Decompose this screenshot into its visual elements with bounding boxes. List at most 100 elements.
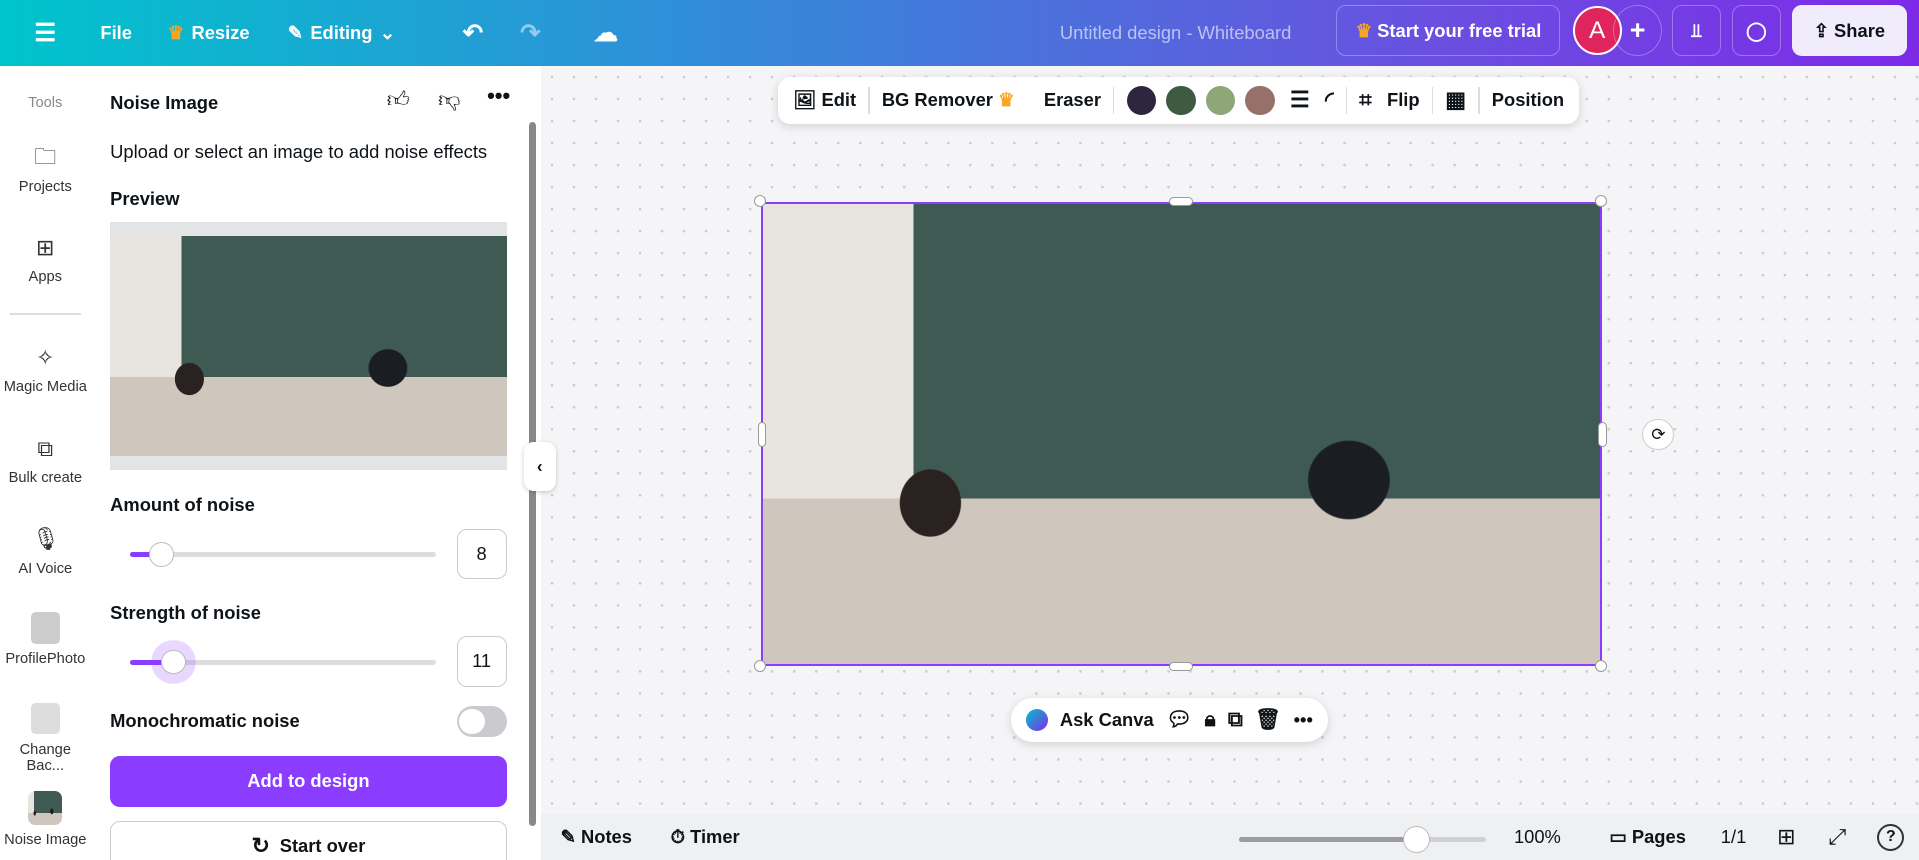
collapse-panel-icon[interactable]: ‹ <box>523 441 556 491</box>
rail-item-profilephoto[interactable]: ProfilePhoto <box>0 611 91 668</box>
apps-icon: ⊞ <box>36 234 55 260</box>
eraser-button[interactable]: Eraser <box>1044 89 1101 111</box>
resize-handle[interactable] <box>753 194 767 207</box>
add-collaborator-icon[interactable]: + <box>1613 4 1663 57</box>
resize-handle[interactable] <box>1598 422 1607 447</box>
resize-button[interactable]: ♛ Resize <box>168 22 250 44</box>
strength-input[interactable]: 11 <box>456 636 507 687</box>
amount-input[interactable]: 8 <box>456 528 507 579</box>
edit-button[interactable]: Edit <box>821 89 856 111</box>
crown-icon: ♛ <box>167 22 185 44</box>
refresh-icon: ↻ <box>251 833 270 859</box>
free-trial-button[interactable]: ♛ Start your free trial <box>1336 4 1561 57</box>
divider <box>9 313 81 315</box>
free-trial-label: Start your free trial <box>1377 19 1542 41</box>
rail-item-projects[interactable]: 🗀 Projects <box>0 144 91 194</box>
corner-rounding-icon[interactable]: ◜ <box>1325 87 1334 113</box>
help-icon[interactable]: ? <box>1877 823 1905 851</box>
rail-item-magic-media[interactable]: ✧ Magic Media <box>0 345 91 395</box>
color-swatch[interactable] <box>1126 85 1157 116</box>
notes-button[interactable]: ✎ Notes <box>561 826 632 848</box>
canva-ai-icon <box>1025 708 1048 731</box>
change-background-app-icon <box>30 702 60 735</box>
rail-item-change-background[interactable]: Change Bac... <box>0 702 91 774</box>
rail-label: Noise Image <box>4 832 87 849</box>
slider-fill <box>1238 837 1417 843</box>
analytics-icon[interactable]: ⫫ <box>1671 4 1721 57</box>
slider-handle[interactable] <box>1403 826 1431 854</box>
more-icon[interactable]: ••• <box>1294 709 1313 731</box>
cloud-saved-icon[interactable]: ☁ <box>594 18 618 48</box>
add-comment-icon[interactable]: 💬︎ <box>1166 708 1192 732</box>
grid-view-icon[interactable]: ⊞ <box>1777 824 1795 850</box>
thumbs-down-icon[interactable]: 👎︎ <box>438 86 460 113</box>
ai-voice-icon: 🎙 <box>31 526 60 552</box>
slider-handle[interactable] <box>161 649 186 675</box>
resize-handle[interactable] <box>1594 659 1607 672</box>
rail-label: Magic Media <box>3 379 87 396</box>
add-to-design-button[interactable]: Add to design <box>110 756 507 807</box>
redo-icon[interactable]: ↷ <box>520 18 541 48</box>
duplicate-icon[interactable]: ⧉ <box>1228 708 1243 732</box>
page-count[interactable]: 1/1 <box>1721 826 1747 848</box>
rail-item-ai-voice[interactable]: 🎙 AI Voice <box>0 526 91 576</box>
amount-slider[interactable] <box>129 542 436 567</box>
strength-slider[interactable] <box>129 649 436 675</box>
pages-button[interactable]: ▭ Pages <box>1609 826 1685 848</box>
tools-rail: Tools 🗀 Projects ⊞ Apps ✧ Magic Media ⧉ Bulk… <box>0 66 91 860</box>
resize-handle[interactable] <box>1168 662 1194 671</box>
rail-label: Apps <box>28 269 62 286</box>
resize-handle[interactable] <box>1594 194 1607 207</box>
color-swatch[interactable] <box>1245 85 1275 116</box>
start-over-button[interactable]: ↻ Start over <box>110 821 507 860</box>
trash-icon[interactable]: 🗑︎ <box>1255 708 1281 732</box>
share-button[interactable]: ⇪ Share <box>1791 4 1907 57</box>
fullscreen-icon[interactable]: ⤢ <box>1828 824 1846 850</box>
comment-icon[interactable]: ◯ <box>1731 4 1781 57</box>
bulk-create-icon: ⧉ <box>37 435 54 461</box>
resize-handle[interactable] <box>1168 197 1194 206</box>
crown-icon: ♛ <box>1355 19 1373 41</box>
selected-image[interactable] <box>761 201 1603 666</box>
position-button[interactable]: Position <box>1492 89 1564 111</box>
rail-label: Bulk create <box>8 469 82 486</box>
folder-icon: 🗀 <box>34 144 57 170</box>
ask-canva-button[interactable]: Ask Canva <box>1060 709 1154 731</box>
resize-handle[interactable] <box>757 422 767 447</box>
resize-handle[interactable] <box>753 659 767 672</box>
transparency-icon[interactable]: ▦ <box>1445 87 1466 113</box>
pencil-icon: ✎ <box>287 22 303 44</box>
zoom-level[interactable]: 100% <box>1514 826 1561 848</box>
more-options-icon[interactable]: ••• <box>487 83 510 109</box>
resize-label: Resize <box>191 22 250 44</box>
flip-button[interactable]: Flip <box>1387 89 1420 111</box>
editing-dropdown[interactable]: ✎ Editing ⌄ <box>288 22 396 44</box>
file-menu[interactable]: File <box>100 22 132 44</box>
timer-button[interactable]: ⏱ Timer <box>671 826 740 848</box>
rail-item-noise-image[interactable]: Noise Image <box>0 790 91 849</box>
preview-frame <box>110 221 507 470</box>
zoom-slider[interactable] <box>1238 826 1486 854</box>
magic-media-icon: ✧ <box>36 345 55 371</box>
element-toolbar: 🖼︎ Edit BG Remover ♛ Eraser ☰ ◜ ⌗ Flip ▦… <box>778 77 1579 124</box>
rail-label: ProfilePhoto <box>5 651 86 668</box>
toggle-knob <box>458 708 485 735</box>
menu-icon[interactable]: ☰ <box>34 18 56 48</box>
mono-toggle[interactable] <box>456 706 507 737</box>
profilephoto-app-icon <box>30 611 60 644</box>
rail-item-apps[interactable]: ⊞ Apps <box>0 235 91 285</box>
color-swatch[interactable] <box>1205 85 1236 116</box>
upload-icon: ⇪ <box>1813 19 1829 41</box>
border-style-icon[interactable]: ☰ <box>1290 87 1310 113</box>
editing-label: Editing <box>310 22 373 44</box>
rail-item-bulk-create[interactable]: ⧉ Bulk create <box>0 436 91 486</box>
color-swatch[interactable] <box>1166 85 1196 116</box>
undo-icon[interactable]: ↶ <box>463 18 484 48</box>
thumbs-up-icon[interactable]: 👍︎ <box>387 86 410 113</box>
slider-handle[interactable] <box>149 542 174 567</box>
design-title[interactable]: Untitled design - Whiteboard <box>1060 22 1291 44</box>
crop-icon[interactable]: ⌗ <box>1359 87 1371 113</box>
strength-label: Strength of noise <box>110 602 261 624</box>
bg-remover-button[interactable]: BG Remover <box>882 89 993 111</box>
lock-icon[interactable]: 🔒︎ <box>1205 708 1216 732</box>
